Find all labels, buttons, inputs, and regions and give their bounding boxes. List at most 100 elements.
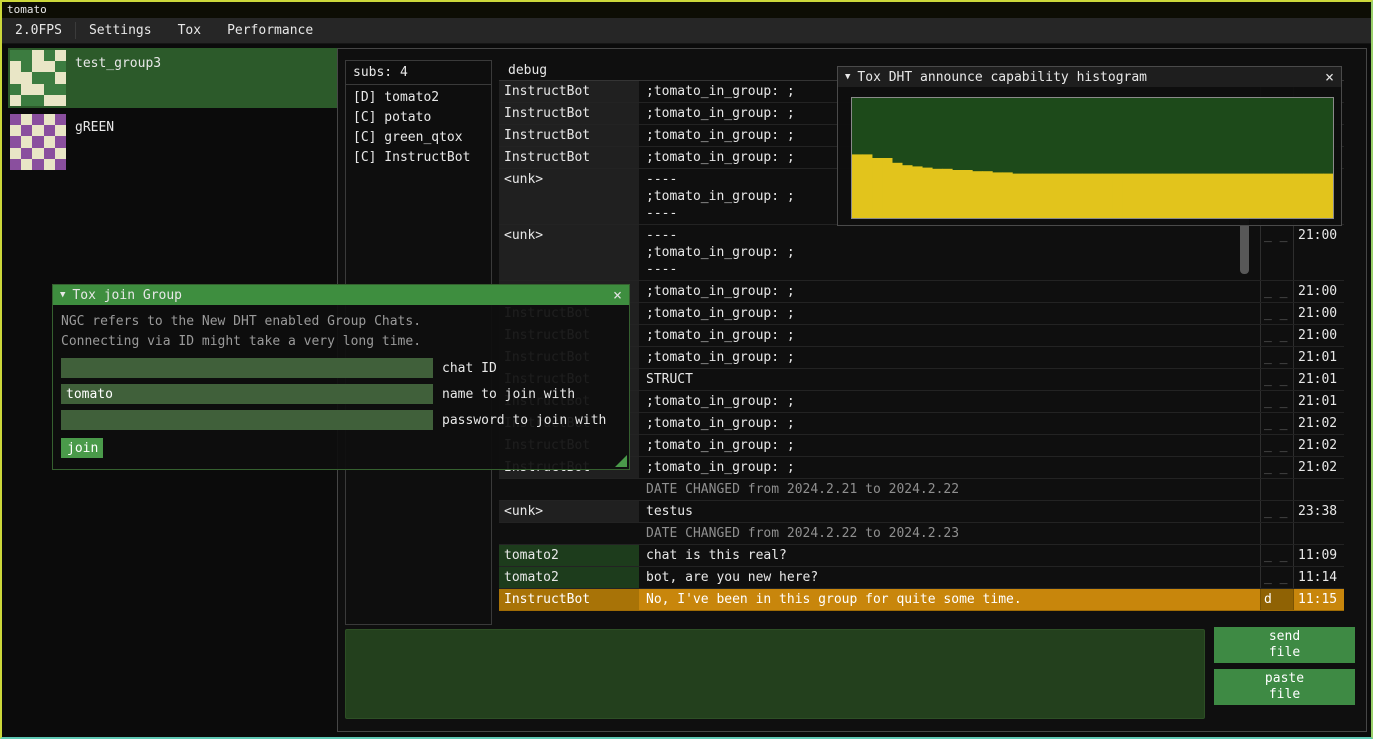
ngc-info-line-1: NGC refers to the New DHT enabled Group … <box>61 312 621 332</box>
chat-message-time: 21:01 <box>1293 391 1344 412</box>
chat-message-row[interactable]: DATE CHANGED from 2024.2.22 to 2024.2.23 <box>499 523 1344 545</box>
join-group-window: ▼ Tox join Group × NGC refers to the New… <box>52 284 630 470</box>
chat-message-time: 21:00 <box>1293 325 1344 346</box>
chat-message-flags: _ _ <box>1260 347 1293 368</box>
roster-member-list: [D] tomato2[C] potato[C] green_qtox[C] I… <box>346 88 491 168</box>
chat-message-flags: d <box>1260 589 1293 610</box>
chat-sender <box>499 523 639 544</box>
menu-item-performance[interactable]: Performance <box>214 18 326 43</box>
chat-message-flags <box>1260 479 1293 500</box>
dht-histogram-window: ▼ Tox DHT announce capability histogram … <box>837 66 1342 226</box>
chat-sender: <unk> <box>499 225 639 280</box>
chat-message-flags: _ _ <box>1260 501 1293 522</box>
chat-message-row[interactable]: <unk> testus _ _ 23:38 <box>499 501 1344 523</box>
contact-item-green[interactable]: gREEN <box>8 112 338 172</box>
chat-message-time: 21:01 <box>1293 369 1344 390</box>
separator <box>346 84 491 85</box>
chat-message-text: ;tomato_in_group: ; <box>639 281 1260 302</box>
roster-member[interactable]: [C] potato <box>346 108 491 128</box>
join-group-window-titlebar[interactable]: ▼ Tox join Group × <box>53 285 629 305</box>
chat-message-flags: _ _ <box>1260 545 1293 566</box>
chat-message-text: ;tomato_in_group: ; <box>639 391 1260 412</box>
chat-sender: tomato2 <box>499 545 639 566</box>
menu-item-settings[interactable]: Settings <box>76 18 165 43</box>
chat-sender: <unk> <box>499 169 639 224</box>
roster-member[interactable]: [C] green_qtox <box>346 128 491 148</box>
chat-message-time <box>1293 523 1344 544</box>
window-title: tomato <box>7 3 47 16</box>
menu-bar: 2.0FPS Settings Tox Performance <box>2 18 1371 44</box>
menu-item-fps[interactable]: 2.0FPS <box>2 18 75 43</box>
chat-message-text: bot, are you new here? <box>639 567 1260 588</box>
collapse-arrow-icon[interactable]: ▼ <box>60 290 65 300</box>
chat-message-text: ;tomato_in_group: ; <box>639 303 1260 324</box>
ngc-info-line-2: Connecting via ID might take a very long… <box>61 332 621 352</box>
chat-message-text: ;tomato_in_group: ; <box>639 413 1260 434</box>
chat-message-flags: _ _ <box>1260 303 1293 324</box>
collapse-arrow-icon[interactable]: ▼ <box>845 72 850 82</box>
chat-message-time: 21:00 <box>1293 303 1344 324</box>
chat-sender: InstructBot <box>499 125 639 146</box>
chat-id-input[interactable] <box>61 358 433 378</box>
chat-message-time: 21:02 <box>1293 435 1344 456</box>
chat-message-flags: _ _ <box>1260 435 1293 456</box>
chat-message-time <box>1293 479 1344 500</box>
chat-message-text: DATE CHANGED from 2024.2.21 to 2024.2.22 <box>639 479 1260 500</box>
chat-message-text: STRUCT <box>639 369 1260 390</box>
chat-sender: <unk> <box>499 501 639 522</box>
chat-message-text: ;tomato_in_group: ; <box>639 347 1260 368</box>
send-file-button[interactable]: send file <box>1214 627 1355 663</box>
join-password-label: password to join with <box>442 413 606 428</box>
chat-message-row[interactable]: DATE CHANGED from 2024.2.21 to 2024.2.22 <box>499 479 1344 501</box>
histogram-plot-svg <box>852 98 1333 218</box>
join-name-label: name to join with <box>442 387 575 402</box>
chat-sender <box>499 479 639 500</box>
chat-message-time: 11:15 <box>1293 589 1344 610</box>
menu-item-tox[interactable]: Tox <box>165 18 214 43</box>
chat-message-time: 21:00 <box>1293 281 1344 302</box>
close-icon[interactable]: × <box>613 288 622 303</box>
resize-grip[interactable] <box>615 455 627 467</box>
chat-message-flags: _ _ <box>1260 369 1293 390</box>
chat-message-time: 23:38 <box>1293 501 1344 522</box>
join-password-input[interactable] <box>61 410 433 430</box>
close-icon[interactable]: × <box>1325 70 1334 85</box>
app-window: tomato 2.0FPS Settings Tox Performance t… <box>0 0 1373 739</box>
subs-count-label: subs: 4 <box>346 61 491 83</box>
chat-message-flags: _ _ <box>1260 391 1293 412</box>
chat-message-row[interactable]: tomato2 chat is this real? _ _ 11:09 <box>499 545 1344 567</box>
chat-message-flags: _ _ <box>1260 457 1293 478</box>
contact-avatar <box>10 114 66 170</box>
join-button[interactable]: join <box>61 438 103 458</box>
chat-message-time: 21:02 <box>1293 457 1344 478</box>
chat-message-flags: _ _ <box>1260 413 1293 434</box>
window-titlebar[interactable]: tomato <box>2 2 1371 18</box>
chat-message-row[interactable]: <unk> ---- ;tomato_in_group: ; ---- _ _ … <box>499 225 1344 281</box>
join-name-input[interactable] <box>61 384 433 404</box>
chat-message-text: No, I've been in this group for quite so… <box>639 589 1260 610</box>
chat-message-row[interactable]: InstructBot No, I've been in this group … <box>499 589 1344 611</box>
roster-member[interactable]: [D] tomato2 <box>346 88 491 108</box>
paste-file-button[interactable]: paste file <box>1214 669 1355 705</box>
message-input[interactable] <box>345 629 1205 719</box>
contact-name: gREEN <box>75 114 114 170</box>
dht-histogram-window-titlebar[interactable]: ▼ Tox DHT announce capability histogram … <box>838 67 1341 87</box>
roster-member[interactable]: [C] InstructBot <box>346 148 491 168</box>
chat-message-time: 21:02 <box>1293 413 1344 434</box>
chat-sender: InstructBot <box>499 81 639 102</box>
dht-histogram-plot[interactable] <box>851 97 1334 219</box>
contact-name: test_group3 <box>75 50 161 106</box>
chat-message-text: chat is this real? <box>639 545 1260 566</box>
debug-section-label[interactable]: debug <box>508 62 547 80</box>
join-group-window-body: NGC refers to the New DHT enabled Group … <box>53 305 629 465</box>
chat-message-row[interactable]: tomato2 bot, are you new here? _ _ 11:14 <box>499 567 1344 589</box>
chat-sender: InstructBot <box>499 103 639 124</box>
chat-message-text: ;tomato_in_group: ; <box>639 435 1260 456</box>
chat-message-flags: _ _ <box>1260 567 1293 588</box>
contact-item-test-group3[interactable]: test_group3 <box>8 48 338 108</box>
group-avatar <box>10 50 66 106</box>
chat-message-flags: _ _ <box>1260 225 1293 280</box>
chat-message-time: 11:09 <box>1293 545 1344 566</box>
chat-message-text: testus <box>639 501 1260 522</box>
join-group-window-title: Tox join Group <box>72 288 182 303</box>
